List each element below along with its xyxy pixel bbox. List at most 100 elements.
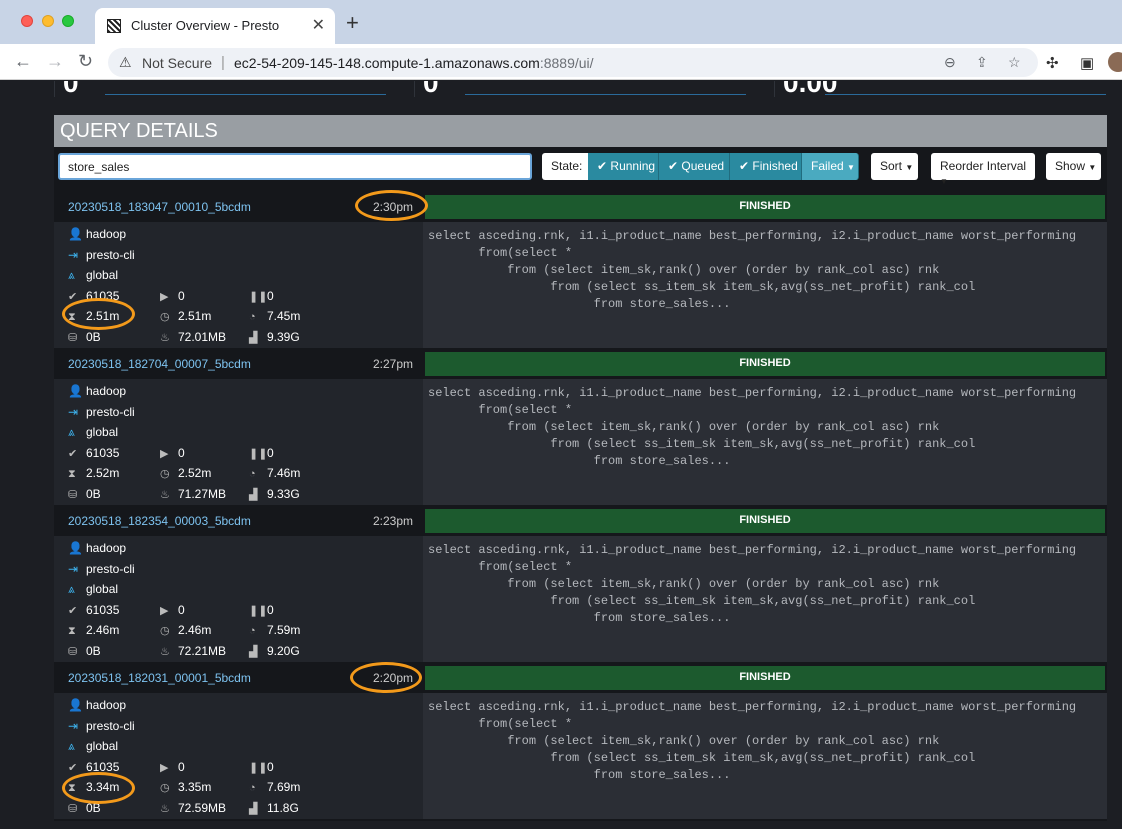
play-icon: ▶ <box>160 448 169 460</box>
finished-filter-button[interactable]: ✔ Finished <box>730 153 802 180</box>
queued-filter-button[interactable]: ✔ Queued <box>659 153 730 180</box>
query-source: ⇥ presto-cli <box>68 562 135 576</box>
query-id-bar: 20230518_182704_00007_5bcdm 2:27pm <box>54 349 423 379</box>
back-icon[interactable]: ← <box>14 51 32 71</box>
current-memory: ⛁ 0B <box>68 330 101 344</box>
fire-icon: ♨ <box>160 646 170 658</box>
query-id-link[interactable]: 20230518_182031_00001_5bcdm <box>68 671 251 685</box>
road-icon: ⩓ <box>68 268 75 282</box>
highlight-ellipse <box>350 662 422 693</box>
status-badge: FINISHED <box>425 195 1105 219</box>
database-icon: ⛁ <box>68 646 78 658</box>
filter-bar: State: ✔ Running ✔ Queued ✔ Finished Fai… <box>54 147 1107 189</box>
query-row: 20230518_183047_00010_5bcdm 2:30pm 👤 hado… <box>54 192 1107 348</box>
minimize-window-button[interactable] <box>42 15 54 27</box>
query-text-panel[interactable]: select asceding.rnk, i1.i_product_name b… <box>423 693 1107 819</box>
play-icon: ▶ <box>160 762 169 774</box>
forward-icon[interactable]: → <box>46 51 64 71</box>
database-icon: ⛁ <box>68 332 78 344</box>
stat-value: 0 <box>63 81 79 98</box>
clock-icon: ◷ <box>160 311 170 323</box>
query-text-panel[interactable]: select asceding.rnk, i1.i_product_name b… <box>423 222 1107 348</box>
road-icon: ⩓ <box>68 425 75 439</box>
maximize-window-button[interactable] <box>62 15 74 27</box>
login-icon: ⇥ <box>68 719 79 733</box>
user-icon: 👤 <box>68 227 83 241</box>
elapsed-time: ◷ 2.51m <box>160 309 212 323</box>
checkmark-icon: ✔ <box>68 605 78 617</box>
show-dropdown[interactable]: Show ▼ <box>1046 153 1101 180</box>
stat-box: 0 <box>54 81 386 98</box>
cumulative-memory: ▟ 9.33G <box>249 487 300 501</box>
close-window-button[interactable] <box>21 15 33 27</box>
pause-icon: ❚❚ <box>249 291 268 303</box>
state-label: State: <box>542 153 588 180</box>
bookmark-star-icon[interactable]: ☆ <box>1008 54 1021 71</box>
query-resource-group: ⩓ global <box>68 739 119 753</box>
new-tab-icon[interactable]: + <box>346 12 359 34</box>
query-source: ⇥ presto-cli <box>68 405 135 419</box>
query-resource-group: ⩓ global <box>68 425 119 439</box>
address-bar[interactable]: ⚠ Not Secure | ec2-54-209-145-148.comput… <box>108 48 1038 77</box>
query-id-link[interactable]: 20230518_182704_00007_5bcdm <box>68 357 251 371</box>
cumulative-memory: ▟ 9.20G <box>249 644 300 658</box>
not-secure-label: Not Secure <box>142 55 213 71</box>
query-id-bar: 20230518_182354_00003_5bcdm 2:23pm <box>54 506 423 536</box>
peak-memory: ♨ 72.01MB <box>160 330 227 344</box>
bar-chart-icon: ▟ <box>249 489 258 501</box>
running-splits: ▶ 0 <box>160 603 185 617</box>
search-input[interactable] <box>58 153 532 180</box>
login-icon: ⇥ <box>68 405 79 419</box>
clock-icon: ◷ <box>160 782 170 794</box>
running-filter-button[interactable]: ✔ Running <box>588 153 659 180</box>
pause-icon: ❚❚ <box>249 448 268 460</box>
section-header: QUERY DETAILS <box>54 115 1107 147</box>
query-user: 👤 hadoop <box>68 384 127 398</box>
highlight-ellipse <box>62 298 135 330</box>
queued-splits: ❚❚0 <box>249 760 274 774</box>
query-id-link[interactable]: 20230518_183047_00010_5bcdm <box>68 200 251 214</box>
clock-icon: ◷ <box>160 625 170 637</box>
check-icon: ✔ <box>597 159 608 173</box>
bar-chart-icon: ▟ <box>249 646 258 658</box>
query-user: 👤 hadoop <box>68 698 127 712</box>
fire-icon: ♨ <box>160 332 170 344</box>
query-text-panel[interactable]: select asceding.rnk, i1.i_product_name b… <box>423 379 1107 505</box>
play-icon: ▶ <box>160 605 169 617</box>
profile-avatar[interactable] <box>1108 52 1122 72</box>
dashboard-icon: ◔ <box>249 625 256 637</box>
reload-icon[interactable]: ↻ <box>78 51 93 71</box>
query-text: select asceding.rnk, i1.i_product_name b… <box>428 386 1077 468</box>
caret-down-icon: ▼ <box>905 163 914 172</box>
share-icon[interactable]: ⇪ <box>976 54 988 71</box>
road-icon: ⩓ <box>68 582 75 596</box>
fire-icon: ♨ <box>160 803 170 815</box>
check-icon: ✔ <box>668 159 679 173</box>
query-id-link[interactable]: 20230518_182354_00003_5bcdm <box>68 514 251 528</box>
pause-icon: ❚❚ <box>249 605 268 617</box>
highlight-ellipse <box>355 190 428 221</box>
highlight-ellipse <box>62 772 135 804</box>
user-icon: 👤 <box>68 541 83 555</box>
browser-tab[interactable]: Cluster Overview - Presto ✕ <box>95 8 335 44</box>
close-tab-icon[interactable]: ✕ <box>312 15 325 35</box>
cpu-time: ◔ 7.46m <box>249 466 301 480</box>
failed-filter-dropdown[interactable]: Failed ▼ <box>802 153 859 180</box>
stat-value: 0 <box>423 81 439 98</box>
reorder-interval-dropdown[interactable]: Reorder Interval ▼ <box>931 153 1035 186</box>
login-icon: ⇥ <box>68 562 79 576</box>
road-icon: ⩓ <box>68 739 75 753</box>
cumulative-memory: ▟ 9.39G <box>249 330 300 344</box>
extensions-icon[interactable]: ✣ <box>1046 54 1059 72</box>
sort-dropdown[interactable]: Sort ▼ <box>871 153 918 180</box>
clock-icon: ◷ <box>160 468 170 480</box>
user-icon: 👤 <box>68 698 83 712</box>
caret-down-icon: ▼ <box>847 163 855 172</box>
zoom-icon[interactable]: ⊖ <box>944 54 956 71</box>
wall-time: ⧗ 2.46m <box>68 623 120 637</box>
stat-sparkline <box>465 94 746 95</box>
query-user: 👤 hadoop <box>68 227 127 241</box>
queued-splits: ❚❚0 <box>249 603 274 617</box>
query-text-panel[interactable]: select asceding.rnk, i1.i_product_name b… <box>423 536 1107 662</box>
sidebar-icon[interactable]: ▣ <box>1080 54 1094 72</box>
